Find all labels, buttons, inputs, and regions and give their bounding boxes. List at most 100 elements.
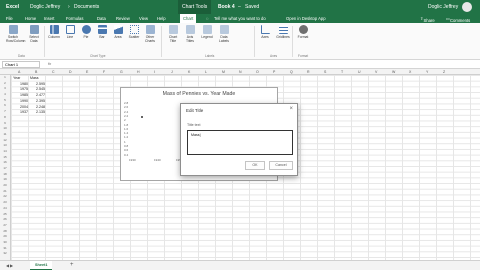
column-header[interactable]: T <box>341 70 343 74</box>
line-chart-label: Line <box>66 35 74 39</box>
open-desktop-app-link[interactable]: Open in Desktop App <box>286 16 326 21</box>
column-header[interactable]: P <box>273 70 275 74</box>
tab-help[interactable]: Help <box>157 16 166 21</box>
column-header[interactable]: S <box>324 70 326 74</box>
line-chart-button[interactable]: Line <box>63 25 77 39</box>
column-header[interactable]: E <box>86 70 88 74</box>
chart-title-icon <box>168 25 178 34</box>
scatter-chart-icon <box>129 25 139 34</box>
column-chart-label: Column <box>48 35 60 39</box>
function-icon[interactable]: fx <box>48 61 51 66</box>
column-header[interactable]: M <box>222 70 225 74</box>
user-name[interactable]: Doglic Jeffrey <box>428 4 458 10</box>
axis-titles-button[interactable]: Axis Titles <box>183 25 197 43</box>
cell-year[interactable]: 1975 <box>20 87 28 91</box>
column-header[interactable]: C <box>52 70 55 74</box>
chart-title-button[interactable]: Chart Title <box>166 25 180 43</box>
ribbon-tabs: File Home Insert Formulas Data Review Vi… <box>0 14 480 23</box>
formula-bar: Chart 1 fx <box>0 60 480 69</box>
cell-mass[interactable]: 2.135 <box>36 110 45 114</box>
cell-year[interactable]: 1985 <box>20 93 28 97</box>
avatar[interactable] <box>462 2 472 12</box>
column-header[interactable]: L <box>205 70 207 74</box>
cell-year[interactable]: 1990 <box>20 99 28 103</box>
comments-button[interactable]: ▭ Comments <box>446 16 470 23</box>
tab-insert[interactable]: Insert <box>44 16 54 21</box>
cell-b1[interactable]: Mass <box>30 76 39 80</box>
switch-row-column-button[interactable]: Switch Row/Column <box>6 25 25 43</box>
column-header[interactable]: B <box>35 70 37 74</box>
breadcrumb-user[interactable]: Doglic Jeffrey <box>30 4 60 10</box>
cell-year[interactable]: 1980 <box>20 82 28 86</box>
column-header[interactable]: Z <box>443 70 445 74</box>
column-header[interactable]: X <box>409 70 411 74</box>
cell-year[interactable]: 2004 <box>20 105 28 109</box>
column-header[interactable]: O <box>256 70 259 74</box>
column-header[interactable]: F <box>103 70 105 74</box>
column-header[interactable]: J <box>171 70 173 74</box>
breadcrumb-folder[interactable]: Documents <box>74 4 99 10</box>
bar-chart-icon <box>97 25 107 34</box>
sheet-nav-arrows[interactable]: ◀ ▶ <box>6 263 13 268</box>
other-charts-button[interactable]: Other Charts <box>143 25 157 43</box>
tab-home[interactable]: Home <box>25 16 36 21</box>
other-charts-label: Other Charts <box>145 35 155 43</box>
column-header[interactable]: D <box>69 70 72 74</box>
legend-button[interactable]: Legend <box>200 25 214 39</box>
column-chart-button[interactable]: Column <box>47 25 61 39</box>
data-point[interactable] <box>141 115 144 118</box>
cell-a1[interactable]: Year <box>13 76 20 80</box>
bar-chart-button[interactable]: Bar <box>95 25 109 39</box>
column-header[interactable]: Q <box>290 70 293 74</box>
select-data-label: Select Data <box>29 35 39 43</box>
add-sheet-button[interactable]: + <box>70 262 74 268</box>
close-icon[interactable]: × <box>289 106 293 112</box>
column-header[interactable]: H <box>137 70 140 74</box>
pie-chart-button[interactable]: Pie <box>79 25 93 39</box>
workbook-name[interactable]: Book 4 <box>218 4 235 10</box>
column-header[interactable]: K <box>188 70 190 74</box>
axes-icon <box>260 25 270 34</box>
tab-file[interactable]: File <box>6 16 13 21</box>
cell-mass[interactable]: 2.595 <box>36 82 45 86</box>
column-header[interactable]: W <box>392 70 395 74</box>
group-label-data: Data <box>18 54 25 58</box>
name-box[interactable]: Chart 1 <box>2 61 40 68</box>
format-button[interactable]: Format <box>296 25 310 39</box>
tab-view[interactable]: View <box>139 16 148 21</box>
title-text-input[interactable]: Mass| <box>187 130 293 155</box>
ribbon: Switch Row/Column Select Data Column Lin… <box>0 23 480 60</box>
tell-me-input[interactable]: Tell me what you want to do <box>214 16 266 21</box>
area-chart-button[interactable]: Area <box>111 25 125 39</box>
cell-mass[interactable]: 2.477 <box>36 93 45 97</box>
cell-mass[interactable]: 2.395 <box>36 99 45 103</box>
row-header[interactable]: 32 <box>0 251 10 257</box>
gridlines-button[interactable]: Gridlines <box>276 25 290 39</box>
data-labels-button[interactable]: Data Labels <box>217 25 231 43</box>
column-header[interactable]: U <box>358 70 361 74</box>
column-header[interactable]: N <box>239 70 242 74</box>
axes-button[interactable]: Axes <box>258 25 272 39</box>
legend-icon <box>202 25 212 34</box>
tab-formulas[interactable]: Formulas <box>66 16 83 21</box>
app-name: Excel <box>6 4 20 10</box>
column-header[interactable]: A <box>18 70 20 74</box>
column-header[interactable]: I <box>154 70 155 74</box>
share-button[interactable]: ⇪ Share <box>420 16 435 23</box>
cancel-button[interactable]: Cancel <box>269 161 293 170</box>
ok-button[interactable]: OK <box>245 161 265 170</box>
select-data-button[interactable]: Select Data <box>27 25 41 43</box>
cell-mass[interactable]: 2.248 <box>36 105 45 109</box>
tab-review[interactable]: Review <box>116 16 130 21</box>
column-header[interactable]: Y <box>426 70 428 74</box>
chart-title[interactable]: Mass of Pennies vs. Year Made <box>121 91 277 97</box>
cell-mass[interactable]: 2.545 <box>36 87 45 91</box>
tab-chart[interactable]: Chart <box>180 14 197 23</box>
scatter-chart-button[interactable]: Scatter <box>127 25 141 39</box>
cell-year[interactable]: 1937 <box>20 110 28 114</box>
sheet-tab[interactable]: Sheet1 <box>30 261 53 270</box>
column-header[interactable]: R <box>307 70 310 74</box>
tab-data[interactable]: Data <box>97 16 106 21</box>
column-header[interactable]: G <box>120 70 123 74</box>
column-header[interactable]: V <box>375 70 377 74</box>
